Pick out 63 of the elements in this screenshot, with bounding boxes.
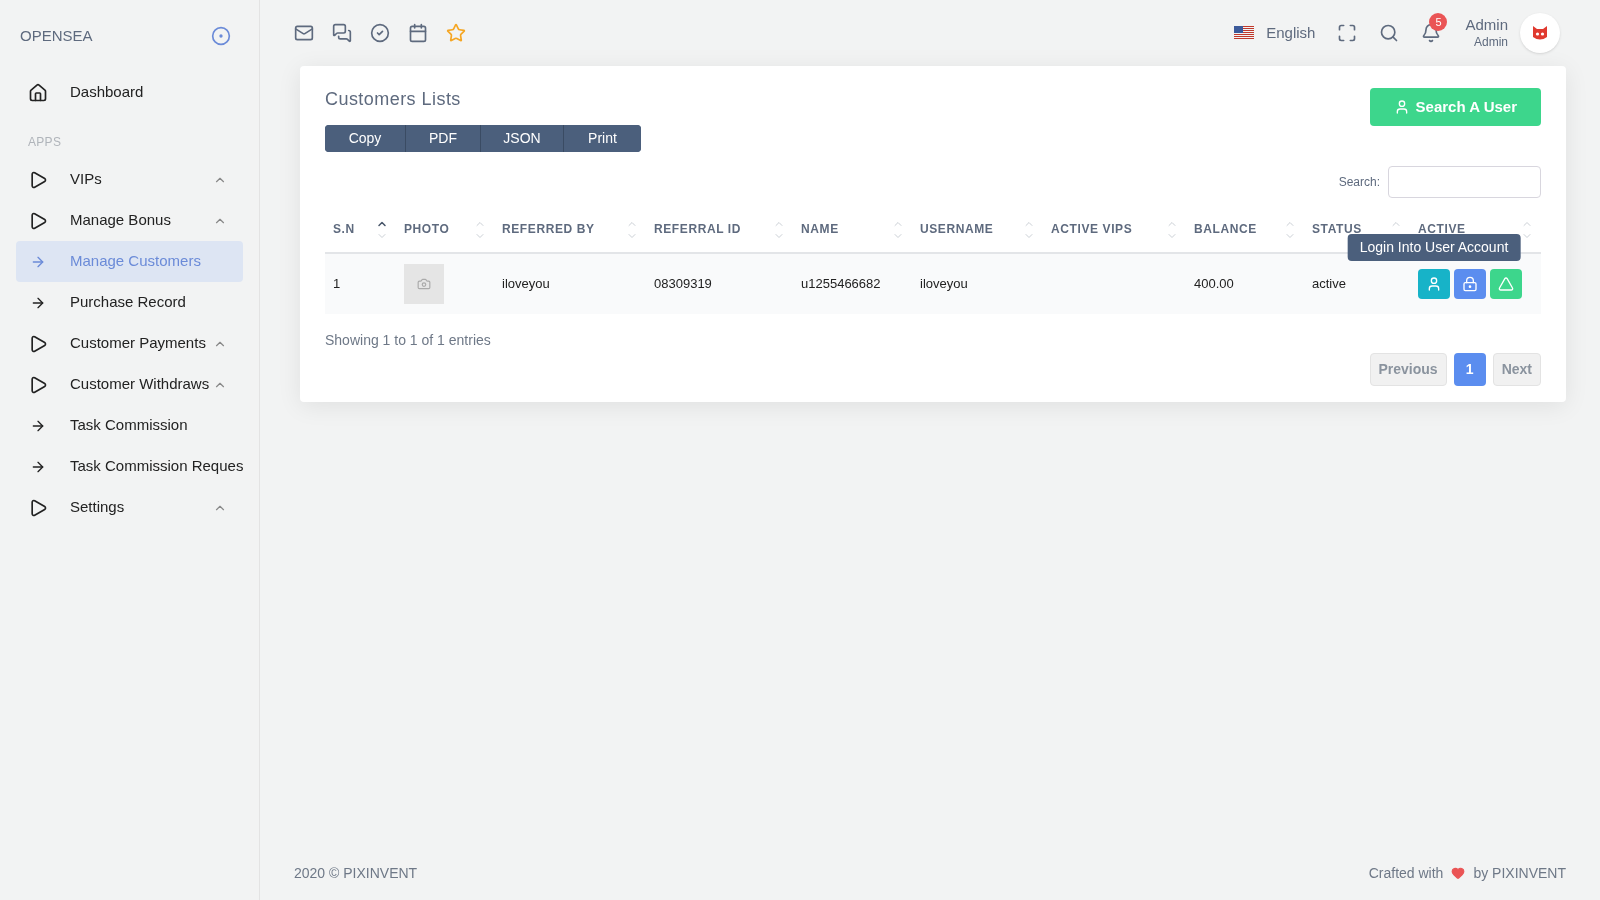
sidebar-item[interactable]: Settings <box>16 487 243 528</box>
table-cell: 400.00 <box>1194 276 1234 292</box>
sidebar-item[interactable]: Customer Withdraws <box>16 364 243 405</box>
export-button[interactable]: Print <box>563 125 641 152</box>
column-header: REFERRAL ID <box>654 221 742 238</box>
crafted-text: Crafted with <box>1368 863 1444 883</box>
tooltip: Login Into User Account <box>1347 234 1521 261</box>
user-role: Admin <box>1474 34 1508 50</box>
column-header: ACTIVE VIPS <box>1051 221 1133 238</box>
sidebar-item[interactable]: VIPs <box>16 159 243 200</box>
sidebar-item[interactable]: Customer Payments <box>16 323 243 364</box>
column-header: NAME <box>801 221 839 238</box>
fullscreen-icon[interactable] <box>1337 23 1358 43</box>
brand-name: OPENSEA <box>20 25 93 46</box>
user-name: Admin <box>1465 16 1508 35</box>
entries-info: Showing 1 to 1 of 1 entries <box>325 331 492 350</box>
column-header: USERNAME <box>920 221 994 238</box>
user-avatar[interactable] <box>1520 13 1560 53</box>
play-icon <box>28 333 48 354</box>
play-icon <box>28 497 48 518</box>
search-label: Search: <box>1338 174 1380 191</box>
lock-button[interactable] <box>1454 269 1486 299</box>
play-icon <box>28 210 48 231</box>
play-icon <box>28 374 48 395</box>
triangle-icon <box>1498 276 1514 292</box>
camera-icon <box>417 277 431 291</box>
sidebar-item[interactable]: Dashboard <box>16 72 243 113</box>
table-cell: active <box>1312 276 1346 292</box>
flag-icon <box>1234 26 1255 40</box>
copyright-text: 2020 © PIXINVENT <box>294 863 418 883</box>
search-field[interactable] <box>1388 166 1541 198</box>
chat-icon[interactable] <box>332 23 352 43</box>
login-user-button[interactable] <box>1418 269 1450 299</box>
star-icon[interactable] <box>446 23 466 43</box>
home-icon <box>28 82 48 103</box>
sidebar-item[interactable]: Task Commission Reques <box>16 446 243 487</box>
table-cell: iloveyou <box>920 276 968 292</box>
triangle-button[interactable] <box>1490 269 1522 299</box>
play-icon <box>28 169 48 190</box>
column-header: S.N <box>333 221 355 238</box>
card-title: Customers Lists <box>325 88 462 111</box>
search-icon[interactable] <box>1379 23 1400 43</box>
column-header: PHOTO <box>404 221 450 238</box>
table-cell: 1 <box>333 276 341 292</box>
table-cell: u1255466682 <box>801 276 881 292</box>
check-circle-icon[interactable] <box>370 23 390 43</box>
column-header: BALANCE <box>1194 221 1257 238</box>
user-icon <box>1426 276 1442 292</box>
author-text: by PIXINVENT <box>1473 863 1566 883</box>
notification-badge: 5 <box>1429 13 1448 31</box>
table-cell: iloveyou <box>502 276 550 292</box>
sidebar-item[interactable]: Manage Bonus <box>16 200 243 241</box>
target-icon[interactable] <box>211 26 231 46</box>
sidebar-item[interactable]: Purchase Record <box>16 282 243 323</box>
heart-icon <box>1451 866 1466 880</box>
calendar-icon[interactable] <box>408 23 428 43</box>
section-label: APPS <box>27 134 63 151</box>
sidebar-item[interactable]: Task Commission <box>16 405 243 446</box>
lock-icon <box>1462 276 1478 292</box>
table-cell: 08309319 <box>654 276 712 292</box>
language-selector[interactable]: English <box>1234 21 1316 45</box>
mail-icon[interactable] <box>294 23 314 43</box>
column-header: REFERRED BY <box>502 221 595 238</box>
